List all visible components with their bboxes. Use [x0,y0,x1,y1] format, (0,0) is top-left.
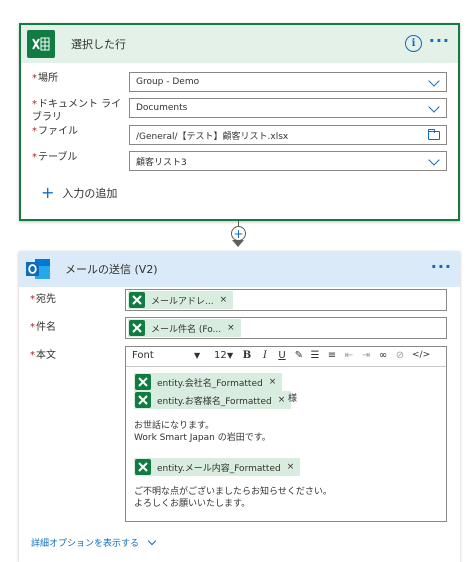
body-label: *本文 [30,350,56,361]
arrow-down-icon [232,240,244,247]
font-size-select[interactable]: 12 [214,350,227,361]
body-line-sender: Work Smart Japan の岩田です。 [134,433,271,443]
dropdown-value: Documents [136,103,188,113]
chevron-down-icon [428,75,440,87]
excel-token-icon [129,320,145,336]
italic-icon[interactable]: I [258,350,272,361]
outlook-icon [25,256,51,282]
info-icon[interactable]: i [405,35,422,52]
caret-down-icon[interactable]: ▼ [227,351,233,360]
body-line-greeting: お世話になります。 [134,421,215,431]
token-label: メール件名 (Fo... [151,324,222,335]
excel-card-header[interactable]: 選択した行 i ··· [21,25,458,63]
field-label: *ドキュメント ライブラリ [32,99,122,123]
body-line-regards: よろしくお願いいたします。 [134,499,251,509]
subject-token[interactable]: メール件名 (Fo... × [128,319,241,337]
unlink-icon[interactable]: ⊘ [393,350,407,361]
remove-token-icon[interactable]: × [287,462,295,472]
caret-down-icon[interactable]: ▼ [194,351,200,360]
outlook-action-card[interactable]: メールの送信 (V2) ··· *宛先 メールアドレ... × *件名 メール件… [19,251,460,562]
field-label: *ファイル [32,126,78,137]
excel-card-title: 選択した行 [71,38,126,51]
plus-icon: + [41,183,55,202]
chevron-down-icon [147,536,157,546]
excel-token-icon [135,392,151,408]
pen-color-icon[interactable]: ✎ [292,350,306,361]
customer-name-token[interactable]: entity.お客様名_Formatted × [134,391,292,409]
token-label: entity.会社名_Formatted [157,378,263,389]
company-name-token[interactable]: entity.会社名_Formatted × [134,373,283,391]
document-library-dropdown[interactable]: Documents [129,98,447,118]
to-token[interactable]: メールアドレ... × [128,291,234,309]
add-input-button[interactable]: + 入力の追加 [41,185,117,201]
token-label: entity.メール内容_Formatted [157,463,281,474]
code-view-icon[interactable]: </> [412,350,430,360]
add-input-label: 入力の追加 [62,187,118,200]
body-line-closing: ご不明な点がございましたらお知らせください。 [134,487,332,497]
file-path-value: /General/【テスト】顧客リスト.xlsx [136,131,289,142]
body-editor[interactable]: Font ▼ 12 ▼ B I U ✎ ☰ ≡ ⇤ ⇥ ∞ ⊘ </> enti… [125,346,447,522]
dropdown-value: Group - Demo [136,77,200,87]
token-label: メールアドレ... [151,296,214,307]
folder-icon[interactable] [428,129,440,140]
remove-token-icon[interactable]: × [227,323,235,333]
chevron-down-icon [428,101,440,113]
show-advanced-options-link[interactable]: 詳細オプションを表示する [31,536,157,549]
remove-token-icon[interactable]: × [278,395,286,405]
bullet-list-icon[interactable]: ☰ [308,350,322,361]
honorific-text: 様 [288,394,298,404]
underline-icon[interactable]: U [275,350,289,361]
excel-token-icon [135,374,151,390]
excel-icon [27,30,55,58]
to-field[interactable]: メールアドレ... × [125,289,447,311]
editor-toolbar: Font ▼ 12 ▼ B I U ✎ ☰ ≡ ⇤ ⇥ ∞ ⊘ </> [126,347,446,367]
outdent-icon[interactable]: ⇤ [342,350,356,361]
field-label: *テーブル [32,152,78,163]
outlook-card-title: メールの送信 (V2) [65,263,158,276]
dropdown-value: 顧客リスト3 [136,157,187,168]
subject-label: *件名 [30,322,56,333]
bold-icon[interactable]: B [240,350,254,361]
outlook-card-header[interactable]: メールの送信 (V2) ··· [19,251,460,287]
numbered-list-icon[interactable]: ≡ [325,350,339,361]
chevron-down-icon [428,154,440,166]
file-picker[interactable]: /General/【テスト】顧客リスト.xlsx [129,125,447,145]
link-icon[interactable]: ∞ [376,350,390,361]
font-family-select[interactable]: Font [132,350,154,361]
excel-token-icon [129,292,145,308]
field-label: *場所 [32,73,58,84]
table-dropdown[interactable]: 顧客リスト3 [129,151,447,171]
excel-token-icon [135,459,151,475]
add-step-icon[interactable]: + [231,226,246,241]
ellipsis-icon[interactable]: ··· [431,259,452,275]
remove-token-icon[interactable]: × [220,295,228,305]
excel-action-card[interactable]: 選択した行 i ··· *場所 Group - Demo *ドキュメント ライブ… [19,23,460,221]
subject-field[interactable]: メール件名 (Fo... × [125,317,447,339]
location-dropdown[interactable]: Group - Demo [129,72,447,92]
indent-icon[interactable]: ⇥ [359,350,373,361]
remove-token-icon[interactable]: × [269,377,277,387]
token-label: entity.お客様名_Formatted [157,396,272,407]
ellipsis-icon[interactable]: ··· [429,33,450,49]
advanced-options-label: 詳細オプションを表示する [31,539,140,549]
to-label: *宛先 [30,294,56,305]
email-content-token[interactable]: entity.メール内容_Formatted × [134,458,301,476]
